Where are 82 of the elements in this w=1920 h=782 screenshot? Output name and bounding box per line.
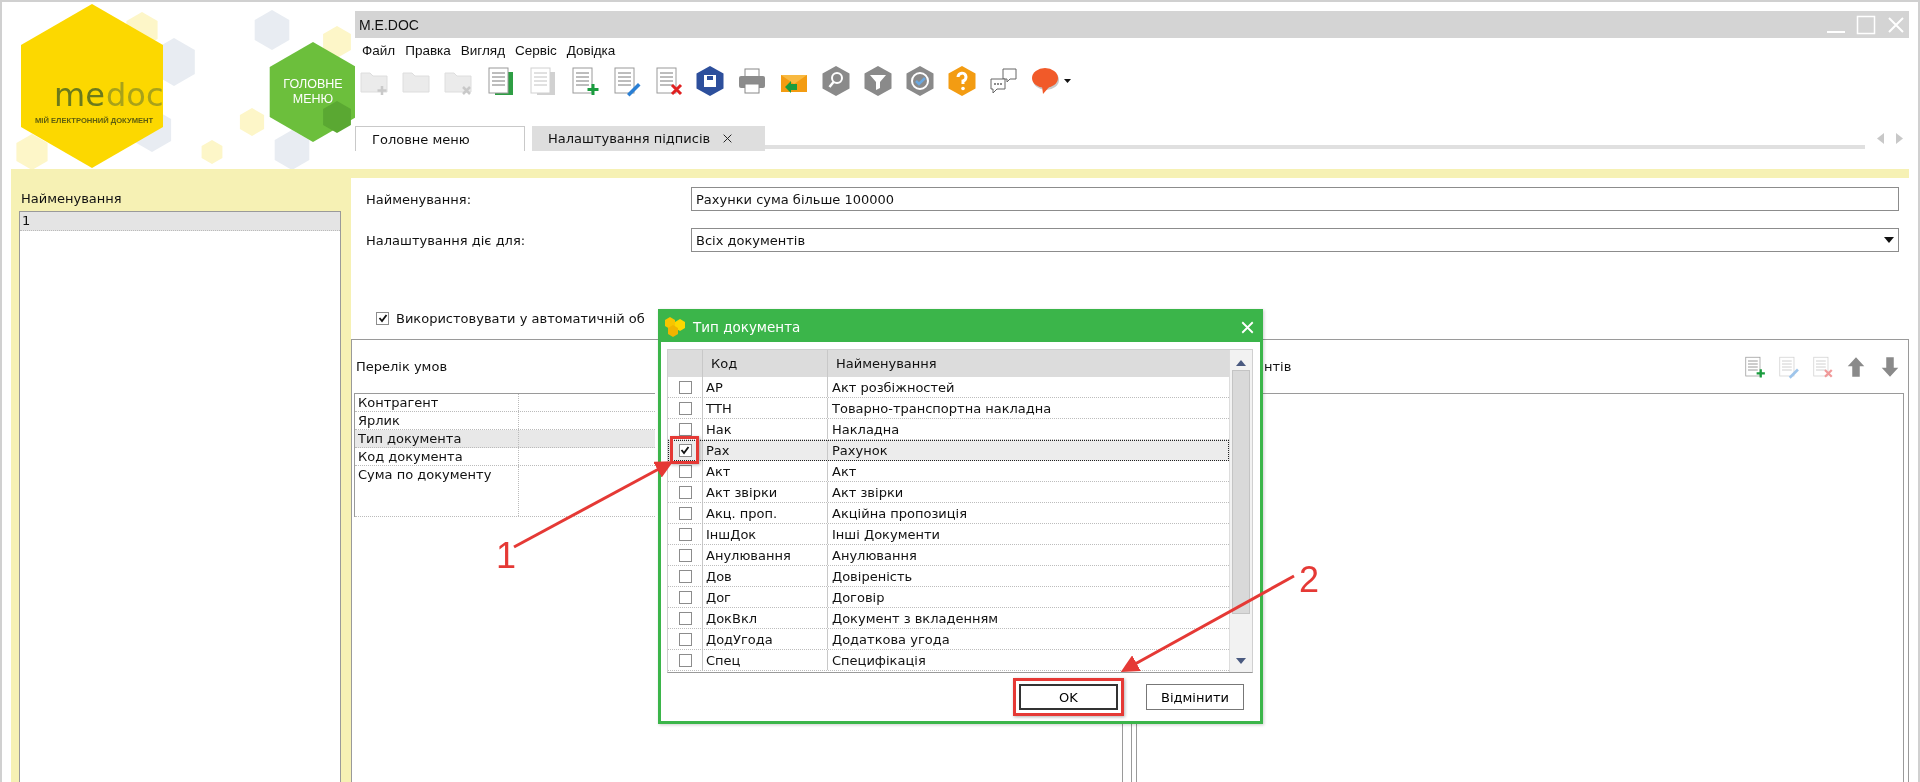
annotation-number: 1 [496, 535, 517, 576]
checkbox[interactable] [678, 653, 692, 667]
table-cell: Акт [702, 461, 827, 481]
scroll-up-icon[interactable] [1236, 360, 1246, 366]
checkbox[interactable] [678, 590, 692, 604]
menu-item[interactable]: Правка [400, 42, 456, 58]
dropdown-field[interactable]: Всіх документів [691, 228, 1899, 252]
scroll-down-icon[interactable] [1236, 658, 1246, 664]
checkbox[interactable] [678, 506, 692, 520]
floppy-icon[interactable] [694, 65, 726, 97]
tab[interactable]: Налаштування підписів [532, 126, 765, 151]
menu-item[interactable]: Вигляд [455, 42, 511, 58]
annotation-number: 2 [1299, 559, 1320, 600]
table-row[interactable]: ДодУгода Додаткова угода [668, 629, 1229, 650]
table-cell: Акц. проп. [702, 503, 827, 523]
menu-item[interactable]: Довідка [561, 42, 621, 58]
checkbox[interactable] [678, 380, 692, 394]
close-icon[interactable] [722, 133, 734, 144]
table-row[interactable]: Акц. проп. Акційна пропозиція [668, 503, 1229, 524]
document-add-icon[interactable] [1742, 354, 1766, 379]
table-cell: ТТН [702, 398, 827, 418]
table-row[interactable]: Спец Специфікація [668, 650, 1229, 671]
dropdown-arrow-icon[interactable] [1884, 237, 1894, 243]
checkbox[interactable] [376, 311, 389, 325]
panel-title: нтів [1264, 359, 1292, 374]
dialog-button[interactable]: Відмінити [1146, 684, 1244, 710]
table-cell: ІншДок [702, 524, 827, 544]
table-row[interactable]: ІншДок Інші Документи [668, 524, 1229, 545]
field-label: Налаштування діє для: [366, 232, 527, 248]
printer-icon[interactable] [736, 65, 768, 97]
checkbox[interactable] [678, 485, 692, 499]
table-cell: ДокВкл [702, 608, 827, 628]
table-row[interactable]: ТТН Товарно-транспортна накладна [668, 398, 1229, 419]
table-row[interactable]: АР Акт розбіжностей [668, 377, 1229, 398]
table-cell: Дов [702, 566, 827, 586]
condition-row[interactable]: Контрагент [355, 394, 655, 412]
menu-item[interactable]: Файл [357, 42, 401, 58]
condition-row[interactable]: Сума по документу [355, 466, 655, 517]
checkbox[interactable] [678, 569, 692, 583]
table-cell: ДодУгода [702, 629, 827, 649]
table-cell: Спец [702, 650, 827, 670]
checkbox[interactable] [678, 611, 692, 625]
funnel-icon[interactable] [862, 65, 894, 97]
table-row[interactable]: ДокВкл Документ з вкладенням [668, 608, 1229, 629]
checkbox[interactable] [678, 422, 692, 436]
table-row[interactable]: Акт звірки Акт звірки [668, 482, 1229, 503]
logo-icon [663, 316, 687, 338]
menu-item[interactable]: Сервіс [510, 42, 562, 58]
checkbox[interactable] [678, 443, 692, 457]
tab[interactable]: Головне меню [355, 126, 525, 151]
table-cell: Анулювання [702, 545, 827, 565]
table-cell: Рах [702, 440, 827, 460]
check-icon[interactable] [904, 65, 936, 97]
checkbox[interactable] [678, 632, 692, 646]
text-field[interactable]: Рахунки сума більше 100000 [691, 187, 1899, 211]
table-row[interactable]: Дог Договір [668, 587, 1229, 608]
condition-row[interactable]: Тип документа [355, 430, 655, 448]
list-item[interactable]: 1 [20, 212, 340, 231]
table-cell: Нак [702, 419, 827, 439]
checkbox[interactable] [678, 401, 692, 415]
table-cell: АР [702, 377, 827, 397]
checkbox[interactable] [678, 527, 692, 541]
search-icon[interactable] [820, 65, 852, 97]
field-label: Найменування: [366, 191, 472, 207]
table-row[interactable]: Рах Рахунок [668, 440, 1229, 461]
checkbox[interactable] [678, 464, 692, 478]
scrollbar[interactable] [1229, 350, 1252, 672]
table-cell: Дог [702, 587, 827, 607]
dialog-title: Тип документа [693, 319, 802, 335]
window-title: M.E.DOC [359, 16, 420, 33]
table-row[interactable]: Дов Довіреність [668, 566, 1229, 587]
checkbox-label: Використовувати у автоматичній об [396, 310, 645, 326]
condition-row[interactable]: Код документа [355, 448, 655, 466]
checkbox[interactable] [678, 548, 692, 562]
column-header: Код [702, 350, 827, 377]
table-row[interactable]: Анулювання Анулювання [668, 545, 1229, 566]
help-icon[interactable] [946, 65, 978, 97]
panel-title: Перелік умов [356, 359, 448, 374]
column-header: Найменування [20, 190, 123, 208]
dialog-button[interactable]: OK [1019, 684, 1118, 710]
table-row[interactable]: Акт Акт [668, 461, 1229, 482]
table-cell: Акт звірки [702, 482, 827, 502]
